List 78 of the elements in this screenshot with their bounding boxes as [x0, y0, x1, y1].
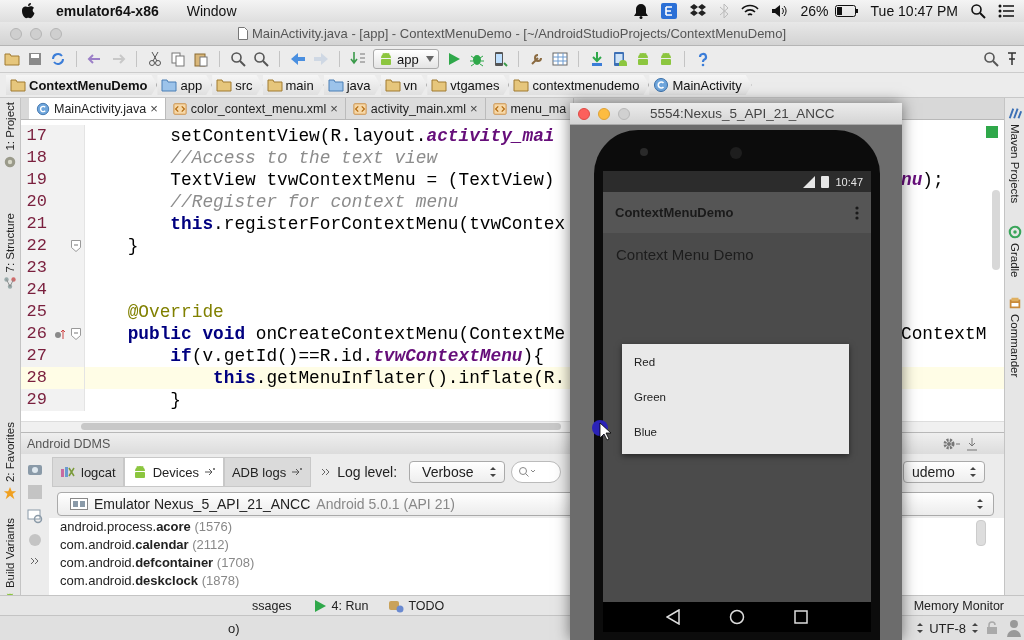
breadcrumb-item[interactable]: app	[157, 75, 213, 95]
breadcrumb-item[interactable]: src	[212, 75, 263, 95]
status-text: o)	[228, 620, 240, 636]
close-icon[interactable]: ×	[330, 101, 338, 116]
breadcrumb-item[interactable]: vtgames	[427, 75, 510, 95]
process-item[interactable]: com.android.deskclock (1878)	[60, 572, 1004, 590]
clock: 10:47	[835, 175, 863, 188]
line-number: 29	[25, 389, 47, 411]
app-title: ContextMenuDemo	[615, 205, 735, 220]
breadcrumb-item[interactable]: ContextMenuDemo	[6, 75, 158, 95]
editor-tab[interactable]: activity_main.xml ×	[345, 98, 486, 119]
code-line: ContextM	[901, 323, 987, 345]
log-level-label: Log level:	[337, 464, 398, 480]
code-line: public void onCreateContextMenu(ContextMe	[126, 323, 566, 345]
code-line: setContentView(R.layout.activity_mai	[169, 125, 555, 147]
menu-item[interactable]: Green	[622, 384, 849, 419]
breadcrumb-item[interactable]: MainActivity	[649, 75, 752, 95]
line-number: 27	[25, 345, 47, 367]
breadcrumb-item[interactable]: vn	[380, 75, 428, 95]
line-number: 28	[25, 367, 47, 389]
panel-title: Android DDMS	[27, 436, 111, 451]
package-select[interactable]: udemo	[903, 461, 985, 483]
line-number: 20	[25, 191, 47, 213]
tool-window-button[interactable]: ssages	[252, 598, 292, 613]
tool-window-tab[interactable]: 1: Project	[4, 102, 16, 151]
window-title: MainActivity.java - [app] - ContextMenuDemo - [~/AndroidStudioProjects/ContextMenuDemo]	[251, 26, 787, 41]
menu-item[interactable]: Red	[622, 349, 849, 384]
encoding-selector[interactable]: UTF-8	[929, 620, 966, 636]
clock: Tue 10:47 PM	[870, 3, 958, 19]
line-number: 19	[25, 169, 47, 191]
code-line: //Access to the text view	[169, 147, 438, 169]
close-icon[interactable]: ×	[470, 101, 478, 116]
line-number: 24	[25, 279, 47, 301]
log-level-select[interactable]: Verbose	[409, 461, 506, 483]
menu-item[interactable]: Window	[186, 3, 237, 19]
line-number: 17	[25, 125, 47, 147]
app-name: emulator64-x86	[56, 3, 159, 19]
line-number: 21	[25, 213, 47, 235]
menu-item[interactable]: Blue	[622, 419, 849, 454]
line-number: 22	[25, 235, 47, 257]
panel-tab[interactable]: Devices	[123, 457, 224, 487]
process-item[interactable]: com.android.calendar (2112)	[60, 536, 1004, 554]
code-line: }	[126, 235, 139, 257]
tool-window-tab[interactable]: Maven Projects	[1008, 124, 1021, 204]
breadcrumb-item[interactable]: contextmenudemo	[509, 75, 650, 95]
code-line: this.registerForContextMenu(tvwContex	[169, 213, 566, 235]
line-number: 18	[25, 147, 47, 169]
line-number: 23	[25, 257, 47, 279]
line-number: 25	[25, 301, 47, 323]
tool-window-tab[interactable]: 7: Structure	[4, 212, 16, 273]
tool-window-button[interactable]: Memory Monitor	[913, 598, 1004, 613]
code-line: this.getMenuInflater().inflate(R.	[212, 367, 566, 389]
panel-tab[interactable]: logcat	[52, 457, 124, 487]
code-line: @Override	[126, 301, 224, 323]
window-title: 5554:Nexus_5_API_21_ANCC	[650, 106, 835, 121]
tool-window-button[interactable]: TODO	[388, 597, 445, 614]
breadcrumb-item[interactable]: java	[323, 75, 381, 95]
tool-window-tab[interactable]: Gradle	[1008, 243, 1021, 278]
process-item[interactable]: android.process.acore (1576)	[60, 518, 1004, 536]
editor-tab[interactable]: MainActivity.java ×	[29, 98, 166, 119]
editor-tab[interactable]: menu_ma	[485, 98, 575, 119]
editor-tab[interactable]: color_context_menu.xml ×	[165, 98, 346, 119]
line-number: 26	[25, 323, 47, 345]
code-line: nu);	[901, 169, 944, 191]
process-item[interactable]: com.android.defcontainer (1708)	[60, 554, 1004, 572]
tool-window-tab[interactable]: 2: Favorites	[4, 422, 16, 483]
breadcrumb-item[interactable]: main	[262, 75, 324, 95]
code-line: TextView tvwContextMenu = (TextView)	[169, 169, 555, 191]
panel-tab[interactable]: ADB logs	[223, 457, 312, 487]
close-icon[interactable]: ×	[150, 101, 158, 116]
tool-window-tab[interactable]: Build Variants	[4, 518, 16, 589]
code-line: //Register for context menu	[169, 191, 459, 213]
battery-percentage: 26%	[800, 3, 829, 19]
tool-window-button[interactable]: 4: Run	[311, 597, 369, 614]
code-line: }	[169, 389, 182, 411]
tool-window-tab[interactable]: Commander	[1008, 313, 1021, 378]
code-line: if(v.getId()==R.id.tvwContextMenu){	[169, 345, 544, 367]
run-config-dropdown[interactable]: app	[373, 49, 439, 69]
